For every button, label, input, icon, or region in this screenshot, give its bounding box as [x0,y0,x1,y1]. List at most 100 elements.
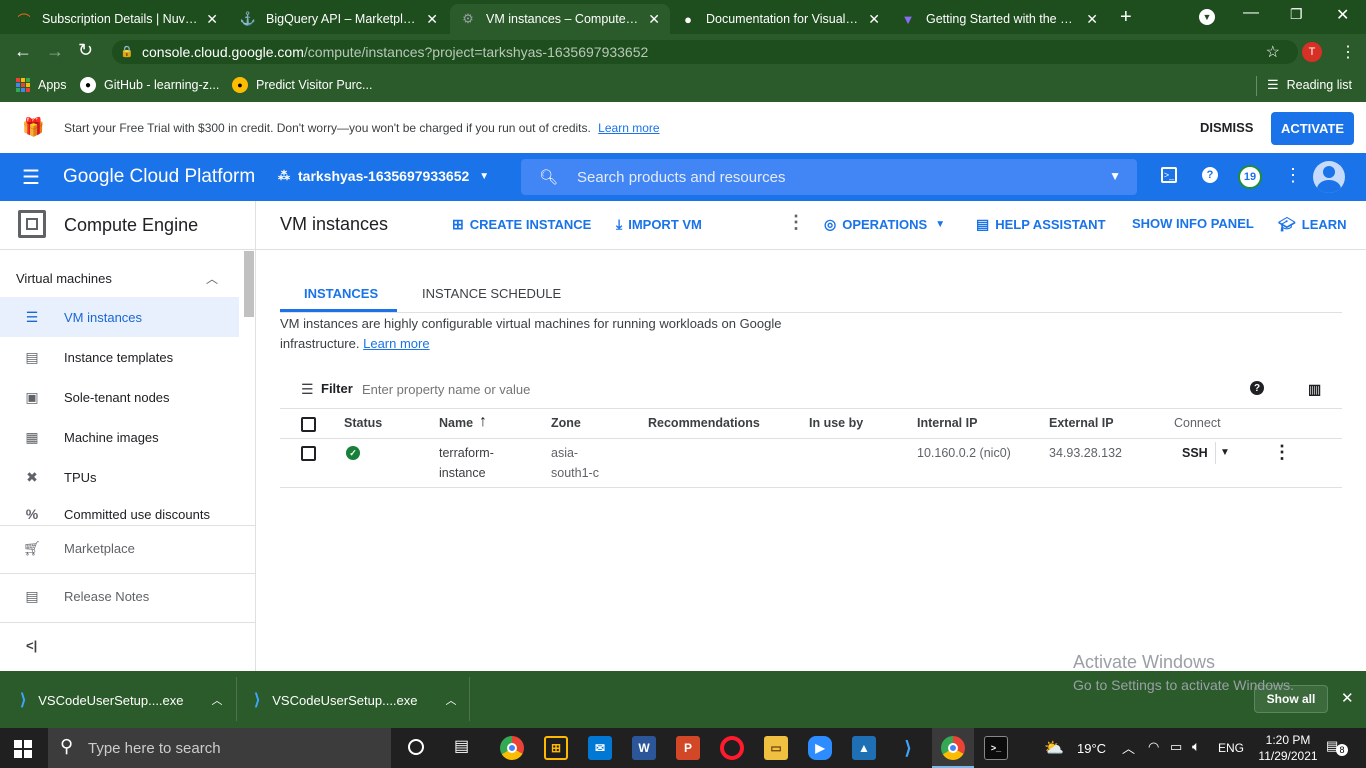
help-icon[interactable]: ? [1202,167,1218,183]
external-ip[interactable]: 34.93.28.132 [1049,443,1122,463]
bookmark-predict[interactable]: ● Predict Visitor Purc... [232,77,372,93]
tab-search-icon[interactable]: ▼ [1199,9,1215,25]
windows-start-icon[interactable] [14,740,32,758]
trial-learn-more-link[interactable]: Learn more [598,121,659,135]
chrome-active-taskbar-item[interactable] [932,728,974,768]
sort-ascending-icon[interactable]: ↑ [479,413,487,431]
row-more-options-icon[interactable]: ⋮ [1273,442,1291,463]
sidebar-item-machine-images[interactable]: ▦ Machine images [0,417,239,457]
action-center-icon[interactable]: ▤ 8 [1326,738,1348,756]
browser-menu-icon[interactable]: ⋮ [1340,42,1356,62]
address-bar[interactable]: 🔒 console.cloud.google.com/compute/insta… [112,40,1298,64]
opera-icon[interactable] [720,736,744,760]
bookmark-github[interactable]: ● GitHub - learning-z... [80,77,219,93]
filter-input[interactable] [362,378,862,400]
search-input[interactable]: 🔍︎ Search products and resources ▼ [521,159,1137,195]
minimize-icon[interactable]: — [1243,4,1259,22]
reading-list-button[interactable]: ☰ Reading list [1267,77,1352,93]
close-tab-icon[interactable]: ✕ [206,11,218,28]
bookmark-star-icon[interactable]: ☆ [1266,42,1280,62]
ssh-button[interactable]: SSH [1182,443,1208,463]
tab-instance-schedule[interactable]: INSTANCE SCHEDULE [422,286,561,301]
help-assistant-button[interactable]: ▤ HELP ASSISTANT [976,216,1106,233]
more-actions-icon[interactable]: ⋮ [787,212,805,233]
column-header-name[interactable]: Name [439,416,473,430]
photos-icon[interactable]: ▲ [852,736,876,760]
column-header-zone[interactable]: Zone [551,416,581,430]
browser-tab-bigquery[interactable]: ⚓ BigQuery API – Marketplace ✕ [230,4,448,34]
sidebar-item-sole-tenant-nodes[interactable]: ▣ Sole-tenant nodes [0,377,239,417]
import-vm-button[interactable]: ⤓ IMPORT VM [616,216,702,233]
task-view-icon[interactable]: ▤ [454,736,469,756]
reload-icon[interactable]: ↻ [78,40,93,61]
forward-icon[interactable]: → [46,41,64,62]
mail-icon[interactable]: ✉ [588,736,612,760]
learn-more-link[interactable]: Learn more [363,336,429,351]
sidebar-item-tpus[interactable]: ✖ TPUs [0,457,239,497]
operations-button[interactable]: ◎ OPERATIONS ▼ [824,216,945,233]
chrome-icon[interactable] [500,736,524,760]
browser-tab-subscription[interactable]: ⌒ Subscription Details | Nuvepro ✕ [6,4,228,34]
select-all-checkbox[interactable] [301,417,316,432]
tray-chevron-icon[interactable]: ︿ [1122,738,1135,757]
row-checkbox[interactable] [301,446,316,461]
bookmark-apps[interactable]: Apps [16,78,67,92]
sidebar-item-release-notes[interactable]: ▤ Release Notes [0,576,239,616]
sidebar-item-vm-instances[interactable]: ☰ VM instances [0,297,239,337]
show-info-panel-button[interactable]: SHOW INFO PANEL [1132,216,1254,231]
back-icon[interactable]: ← [14,41,32,62]
create-instance-button[interactable]: ⊞ CREATE INSTANCE [452,216,591,233]
close-tab-icon[interactable]: ✕ [1086,11,1098,28]
close-downloads-icon[interactable]: ✕ [1341,689,1354,707]
close-tab-icon[interactable]: ✕ [868,11,880,28]
volume-icon[interactable]: 🔈︎ [1192,738,1200,755]
gcp-brand[interactable]: Google Cloud Platform [63,166,255,188]
sidebar-item-instance-templates[interactable]: ▤ Instance templates [0,337,239,377]
help-icon[interactable]: ? [1250,381,1264,395]
ssh-dropdown-icon[interactable]: ▼ [1220,447,1230,458]
section-virtual-machines[interactable]: Virtual machines ︿ [16,271,226,286]
collapse-sidebar-icon[interactable]: <| [26,638,37,653]
instance-name[interactable]: terraform- instance [439,443,494,483]
expand-search-icon[interactable]: ▼ [1109,169,1121,183]
browser-tab-vm-instances[interactable]: ⚙ VM instances – Compute Engine ✕ [450,4,670,34]
new-tab-icon[interactable]: + [1120,6,1132,29]
activate-button[interactable]: ACTIVATE [1271,112,1354,145]
more-options-icon[interactable]: ⋮ [1284,165,1302,186]
column-header-recommendations[interactable]: Recommendations [648,416,760,430]
browser-tab-docs[interactable]: ● Documentation for Visual Studio ✕ [670,4,890,34]
zoom-icon[interactable]: ▶ [808,736,832,760]
dismiss-button[interactable]: DISMISS [1200,120,1253,135]
user-avatar[interactable] [1313,161,1345,193]
language-indicator[interactable]: ENG [1218,741,1244,755]
tab-instances[interactable]: INSTANCES [304,286,378,301]
taskbar-search[interactable]: ⚲ Type here to search [48,728,391,768]
battery-icon[interactable]: ▭ [1170,739,1182,755]
vscode-icon[interactable]: ⟩ [896,736,920,760]
weather-icon[interactable]: ⛅ [1044,738,1064,758]
download-item[interactable]: ⟩ VSCodeUserSetup....exe ︿ [254,690,457,710]
close-tab-icon[interactable]: ✕ [426,11,438,28]
column-header-status[interactable]: Status [344,416,382,430]
column-header-in-use-by[interactable]: In use by [809,416,863,430]
sidebar-scrollbar[interactable] [244,251,254,317]
project-selector[interactable]: ⁂ tarkshyas-1635697933652 ▼ [278,168,489,184]
column-display-icon[interactable]: ▥ [1308,381,1321,398]
column-header-external-ip[interactable]: External IP [1049,416,1114,430]
clock[interactable]: 1:20 PM 11/29/2021 [1253,732,1323,764]
chevron-up-icon[interactable]: ︿ [446,692,457,708]
close-window-icon[interactable]: ✕ [1336,5,1349,25]
cortana-icon[interactable] [408,739,424,755]
restore-icon[interactable]: ❐ [1290,6,1303,23]
store-icon[interactable]: ⊞ [544,736,568,760]
download-item[interactable]: ⟩ VSCodeUserSetup....exe ︿ [20,690,223,710]
cloud-shell-icon[interactable]: >_ [1161,167,1177,183]
learn-button[interactable]: 🎓︎ LEARN [1278,216,1347,233]
terminal-icon[interactable]: >_ [984,736,1008,760]
hamburger-menu-icon[interactable]: ☰ [22,165,40,190]
notifications-badge[interactable]: 19 [1238,165,1262,189]
table-row[interactable]: ✓ terraform- instance asia- south1-c 10.… [280,439,1342,487]
temperature[interactable]: 19°C [1077,741,1106,756]
word-icon[interactable]: W [632,736,656,760]
wifi-icon[interactable]: ◠ [1148,739,1159,755]
